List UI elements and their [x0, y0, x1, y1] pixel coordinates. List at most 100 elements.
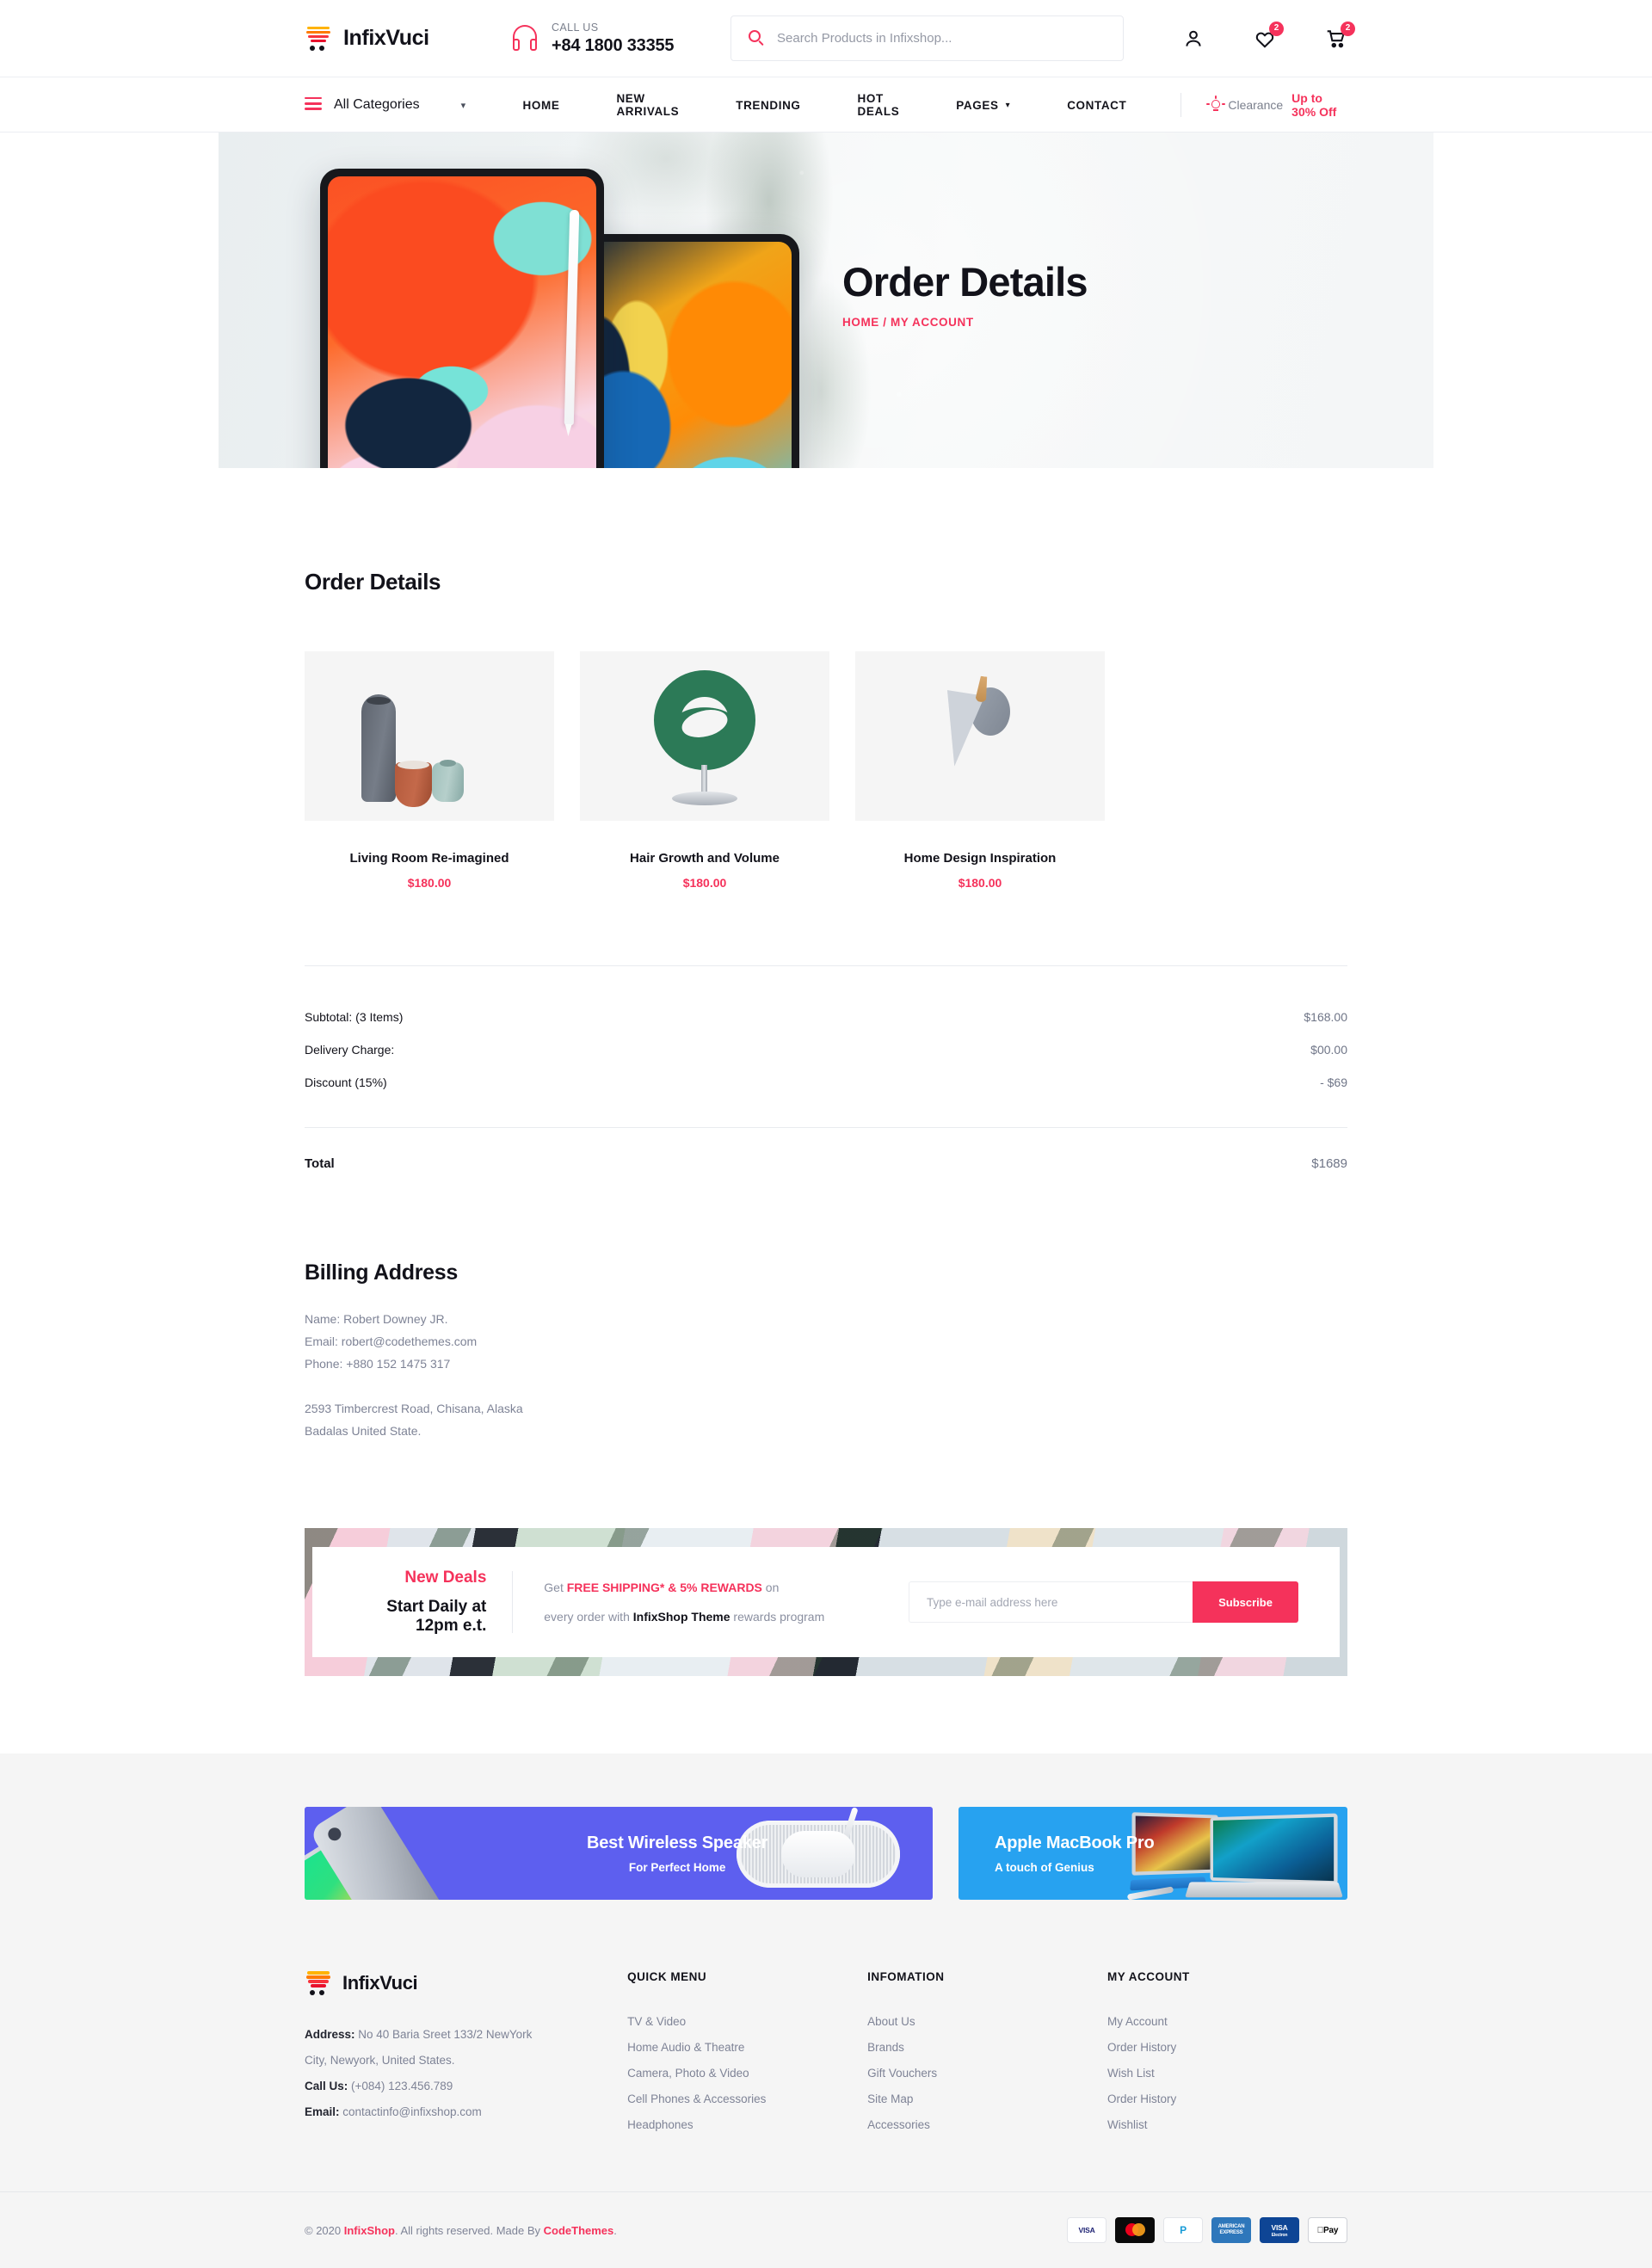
footer-brand-link[interactable]: InfixVuci [305, 1970, 627, 1996]
billing-address-line-1: 2593 Timbercrest Road, Chisana, Alaska [305, 1402, 523, 1415]
footer-link[interactable]: Site Map [867, 2086, 1107, 2112]
main-content: Order Details Living Room Re-imagined $1… [219, 569, 1433, 1442]
order-details-heading: Order Details [305, 569, 441, 595]
footer-link[interactable]: Order History [1107, 2086, 1347, 2112]
footer-call-label: Call Us: [305, 2080, 348, 2092]
main-navigation: All Categories ▾ HOME NEW ARRIVALS TREND… [0, 77, 1652, 133]
brand-logo-link[interactable]: InfixVuci [219, 26, 511, 52]
footer-address-line-2: City, Newyork, United States. [305, 2054, 455, 2067]
order-products-list: Living Room Re-imagined $180.00 Hair Gro… [305, 651, 1347, 890]
visa-electron-icon: VISA Electron [1260, 2217, 1299, 2243]
footer-email-value: contactinfo@infixshop.com [339, 2105, 482, 2118]
wishlist-icon[interactable]: 2 [1254, 21, 1284, 50]
search-input[interactable]: Search Products in Infixshop... [730, 15, 1124, 61]
cart-icon[interactable]: 2 [1325, 21, 1355, 50]
nav-item-home[interactable]: HOME [495, 99, 589, 112]
product-image-chair [580, 651, 829, 821]
promo-banner-speaker[interactable]: Best Wireless Speaker For Perfect Home [305, 1807, 934, 1900]
newsletter-line-1: Get FREE SHIPPING* & 5% REWARDS on [544, 1573, 860, 1602]
footer-link[interactable]: Cell Phones & Accessories [627, 2086, 867, 2112]
product-price: $180.00 [407, 876, 452, 890]
clearance-promo[interactable]: Clearance Up to 30% Off [1206, 91, 1347, 119]
copyright-text: © 2020 InfixShop. All rights reserved. M… [305, 2224, 617, 2237]
clearance-offer: Up to 30% Off [1291, 91, 1337, 119]
nav-item-hot-deals[interactable]: HOT DEALS [829, 92, 928, 118]
product-image-lamp [855, 651, 1105, 821]
footer-call-line: Call Us: (+084) 123.456.789 [305, 2074, 627, 2099]
newsletter-deal-subtitle: Start Daily at 12pm e.t. [386, 1598, 487, 1635]
hamburger-icon [305, 96, 322, 114]
mastercard-icon [1115, 2217, 1155, 2243]
page-root: InfixVuci CALL US +84 1800 33355 Search … [0, 0, 1652, 2268]
product-name: Home Design Inspiration [903, 851, 1057, 866]
search-icon [749, 30, 765, 46]
nav-item-pages[interactable]: PAGES ▾ [928, 99, 1039, 112]
nav-divider [1180, 93, 1182, 117]
nav-label: CONTACT [1067, 98, 1127, 112]
copyright-author-link[interactable]: CodeThemes [544, 2224, 614, 2237]
amex-icon: AMERICAN EXPRESS [1211, 2217, 1251, 2243]
summary-label: Subtotal: (3 Items) [305, 1010, 404, 1024]
nav-item-trending[interactable]: TRENDING [707, 99, 829, 112]
billing-phone: Phone: +880 152 1475 317 [305, 1357, 451, 1371]
footer-link[interactable]: Home Audio & Theatre [627, 2035, 867, 2061]
all-categories-button[interactable]: All Categories ▾ [305, 96, 495, 114]
footer-column-information: INFOMATION About Us Brands Gift Vouchers… [867, 1970, 1107, 2138]
brand-name: InfixVuci [343, 26, 429, 50]
payment-methods: VISA P AMERICANEXPRESS VISAElectron Pay [1067, 2217, 1347, 2243]
summary-row-subtotal: Subtotal: (3 Items) $168.00 [305, 1001, 1347, 1033]
billing-address-line-2: Badalas United State. [305, 1424, 422, 1438]
footer-link[interactable]: Wish List [1107, 2061, 1347, 2086]
footer-columns: InfixVuci Address: No 40 Baria Sreet 133… [305, 1970, 1347, 2138]
footer-column-my-account: MY ACCOUNT My Account Order History Wish… [1107, 1970, 1347, 2138]
product-name: Hair Growth and Volume [630, 851, 780, 866]
visa-icon: VISA [1067, 2217, 1106, 2243]
chevron-down-icon: ▾ [1005, 100, 1011, 110]
summary-row-delivery: Delivery Charge: $00.00 [305, 1033, 1347, 1066]
newsletter-line2-pre: every order with [544, 1610, 633, 1624]
phone-image [305, 1807, 473, 1900]
footer-link[interactable]: Wishlist [1107, 2112, 1347, 2138]
footer-link[interactable]: Camera, Photo & Video [627, 2061, 867, 2086]
footer-link[interactable]: Brands [867, 2035, 1107, 2061]
nav-label: NEW ARRIVALS [616, 92, 680, 118]
summary-row-discount: Discount (15%) - $69 [305, 1066, 1347, 1099]
apple-pay-icon: Pay [1308, 2217, 1347, 2243]
product-price: $180.00 [682, 876, 727, 890]
footer-address-label: Address: [305, 2028, 355, 2041]
footer-link[interactable]: Gift Vouchers [867, 2061, 1107, 2086]
summary-row-total: Total $1689 [305, 1128, 1347, 1171]
footer-link[interactable]: Accessories [867, 2112, 1107, 2138]
copyright-brand-link[interactable]: InfixShop [344, 2224, 395, 2237]
nav-label: PAGES [956, 98, 999, 112]
subscribe-button[interactable]: Subscribe [1193, 1581, 1299, 1623]
footer-link[interactable]: Order History [1107, 2035, 1347, 2061]
nav-item-contact[interactable]: CONTACT [1039, 99, 1155, 112]
newsletter-line1-bold: FREE SHIPPING* & 5% REWARDS [566, 1581, 762, 1594]
footer-link[interactable]: Headphones [627, 2112, 867, 2138]
account-icon[interactable] [1182, 28, 1205, 50]
footer-call-value: (+084) 123.456.789 [348, 2080, 453, 2092]
footer-link[interactable]: About Us [867, 2009, 1107, 2035]
footer-link[interactable]: TV & Video [627, 2009, 867, 2035]
footer-link[interactable]: My Account [1107, 2009, 1347, 2035]
order-product-card[interactable]: Living Room Re-imagined $180.00 [305, 651, 554, 890]
order-product-card[interactable]: Home Design Inspiration $180.00 [855, 651, 1105, 890]
product-price: $180.00 [958, 876, 1002, 890]
promo-banner-macbook[interactable]: Apple MacBook Pro A touch of Genius [959, 1807, 1347, 1900]
footer-column-heading: INFOMATION [867, 1970, 945, 1983]
cart-count-badge: 2 [1341, 21, 1355, 36]
breadcrumb[interactable]: HOME / MY ACCOUNT [842, 316, 1088, 329]
order-product-card[interactable]: Hair Growth and Volume $180.00 [580, 651, 829, 890]
newsletter-email-input[interactable]: Type e-mail address here [909, 1581, 1193, 1623]
billing-email: Email: robert@codethemes.com [305, 1334, 478, 1348]
wishlist-count-badge: 2 [1269, 21, 1284, 36]
nav-item-new-arrivals[interactable]: NEW ARRIVALS [588, 92, 707, 118]
site-header: InfixVuci CALL US +84 1800 33355 Search … [0, 0, 1652, 77]
page-title: Order Details [842, 259, 1088, 305]
newsletter-line1-post: on [761, 1581, 780, 1594]
all-categories-label: All Categories [334, 97, 420, 112]
cart-logo-icon [305, 26, 334, 52]
billing-address-heading: Billing Address [305, 1260, 458, 1285]
summary-value: $00.00 [1310, 1043, 1347, 1057]
